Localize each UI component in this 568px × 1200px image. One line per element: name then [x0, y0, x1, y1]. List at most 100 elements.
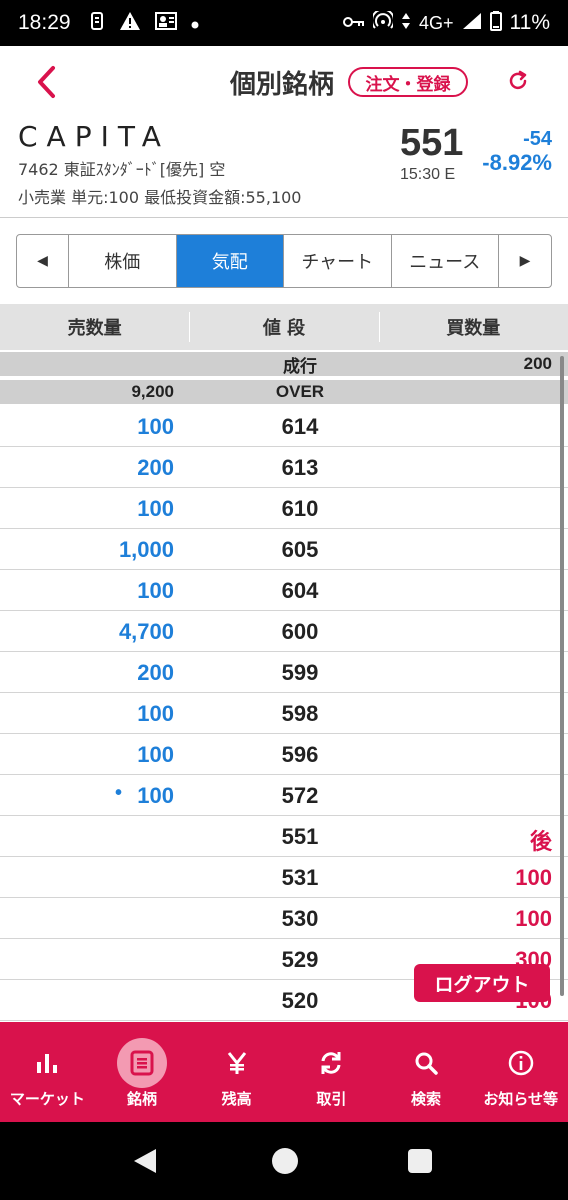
order-book-row: 4,700 600 — [0, 611, 568, 652]
status-time: 18:29 — [18, 11, 71, 34]
order-book-row: 100 614 — [0, 406, 568, 447]
nav-label: 取引 — [316, 1090, 347, 1108]
sell-qty: 100 — [137, 496, 174, 521]
stock-code-line: 7462 東証ｽﾀﾝﾀﾞｰﾄﾞ[優先] 空 — [18, 160, 226, 179]
tab-prev-button[interactable]: ◀ — [17, 235, 69, 287]
search-icon — [401, 1038, 451, 1088]
scrollbar[interactable] — [560, 356, 564, 996]
nav-label: お知らせ等 — [483, 1090, 559, 1108]
stock-change-pct: -8.92% — [482, 150, 552, 175]
sell-qty: 200 — [137, 660, 174, 685]
nav-label: 検索 — [411, 1090, 442, 1108]
stock-time: 15:30 E — [400, 166, 456, 183]
market-order-row: 成行 200 — [0, 352, 568, 376]
contact-card-icon — [154, 11, 177, 35]
data-arrows-icon — [401, 12, 411, 35]
back-button[interactable] — [26, 62, 66, 102]
page-title: 個別銘柄 — [230, 70, 335, 100]
dot-icon — [191, 14, 199, 33]
app-header: 個別銘柄 注文・登録 — [0, 46, 568, 116]
sell-qty-header: 売数量 — [67, 318, 122, 339]
order-book-row: 100 598 — [0, 693, 568, 734]
order-book-row: 100 610 — [0, 488, 568, 529]
refresh-arrows-icon — [306, 1038, 356, 1088]
price-cell: 614 — [281, 414, 319, 439]
order-book-row: 531 100 — [0, 857, 568, 898]
price-cell: 551 — [281, 824, 319, 849]
price-cell: 596 — [281, 742, 319, 767]
battery-icon — [489, 10, 502, 36]
order-book-row: 530 100 — [0, 898, 568, 939]
buy-qty: 100 — [515, 906, 552, 931]
price-header: 値 段 — [189, 304, 378, 350]
app-notification-icon — [89, 12, 105, 34]
nav-trade[interactable]: 取引 — [284, 1022, 379, 1122]
tab-quotes[interactable]: 気配 — [176, 235, 284, 287]
sell-qty: 4,700 — [118, 619, 174, 644]
battery-level: 11% — [509, 11, 550, 34]
system-nav-bar — [0, 1122, 568, 1200]
nav-stock[interactable]: 銘柄 — [95, 1022, 190, 1122]
current-marker: • — [115, 782, 123, 804]
warning-icon — [119, 11, 141, 35]
price-cell: 572 — [281, 783, 319, 808]
stock-price: 551 — [400, 122, 464, 164]
nav-balance[interactable]: 残高 — [189, 1022, 284, 1122]
system-back-icon[interactable] — [134, 1149, 156, 1173]
stock-name: CAPITA — [18, 120, 170, 153]
price-cell: 531 — [281, 865, 319, 890]
order-book-row: 551 後 — [0, 816, 568, 857]
tab-next-button[interactable]: ▶ — [499, 235, 551, 287]
network-type: 4G+ — [418, 12, 454, 33]
nav-search[interactable]: 検索 — [379, 1022, 474, 1122]
order-register-button[interactable]: 注文・登録 — [348, 67, 468, 97]
price-cell: 613 — [281, 455, 319, 480]
tab-price[interactable]: 株価 — [69, 235, 177, 287]
order-book-row: 100 604 — [0, 570, 568, 611]
status-bar: 18:29 4G+ 11% — [0, 0, 568, 46]
logout-button[interactable]: ログアウト — [414, 964, 550, 1002]
system-home-icon[interactable] — [272, 1148, 298, 1174]
buy-qty-header: 買数量 — [378, 304, 568, 350]
sell-qty: 1,000 — [118, 537, 174, 562]
nav-notices[interactable]: お知らせ等 — [473, 1022, 568, 1122]
key-icon — [342, 13, 365, 34]
info-icon — [496, 1038, 546, 1088]
order-book-row: 1,000 605 — [0, 529, 568, 570]
nav-label: 銘柄 — [127, 1090, 158, 1108]
bottom-nav: マーケット 銘柄 残高 取引 検索 お知らせ等 — [0, 1022, 568, 1122]
over-price-label: OVER — [275, 382, 325, 401]
list-icon — [117, 1038, 167, 1088]
sell-qty: 100 — [137, 578, 174, 603]
bar-chart-icon — [22, 1038, 72, 1088]
stock-change: -54 — [523, 128, 552, 150]
sell-qty: 100 — [137, 783, 174, 808]
over-sell-qty: 9,200 — [131, 382, 174, 401]
hotspot-icon — [370, 8, 395, 36]
nav-market[interactable]: マーケット — [0, 1022, 95, 1122]
nav-label: 残高 — [221, 1090, 252, 1108]
tab-chart[interactable]: チャート — [284, 235, 392, 287]
stock-summary: CAPITA 7462 東証ｽﾀﾝﾀﾞｰﾄﾞ[優先] 空 小売業 単元:100 … — [0, 116, 568, 218]
order-book-header: 売数量 値 段 買数量 — [0, 304, 568, 350]
notification-icons — [89, 11, 199, 35]
price-cell: 599 — [281, 660, 319, 685]
order-book-rows: 100 614 200 613 100 610 1,000 605 100 604 4,700 600… — [0, 406, 568, 1021]
refresh-icon — [509, 70, 527, 90]
refresh-button[interactable] — [503, 66, 533, 96]
price-cell: 530 — [281, 906, 319, 931]
market-buy-qty: 200 — [523, 354, 552, 373]
order-book-row: 200 599 — [0, 652, 568, 693]
price-cell: 520 — [281, 988, 319, 1013]
nav-label: マーケット — [9, 1090, 85, 1108]
sell-qty: 200 — [137, 455, 174, 480]
sell-qty: 100 — [137, 414, 174, 439]
tab-news[interactable]: ニュース — [392, 235, 499, 287]
sell-qty: 100 — [137, 742, 174, 767]
price-cell: 610 — [281, 496, 319, 521]
market-price-label: 成行 — [283, 356, 317, 376]
order-book-row: • 100 572 — [0, 775, 568, 816]
system-recents-icon[interactable] — [408, 1149, 432, 1173]
signal-icon — [462, 12, 482, 35]
sell-qty: 100 — [137, 701, 174, 726]
